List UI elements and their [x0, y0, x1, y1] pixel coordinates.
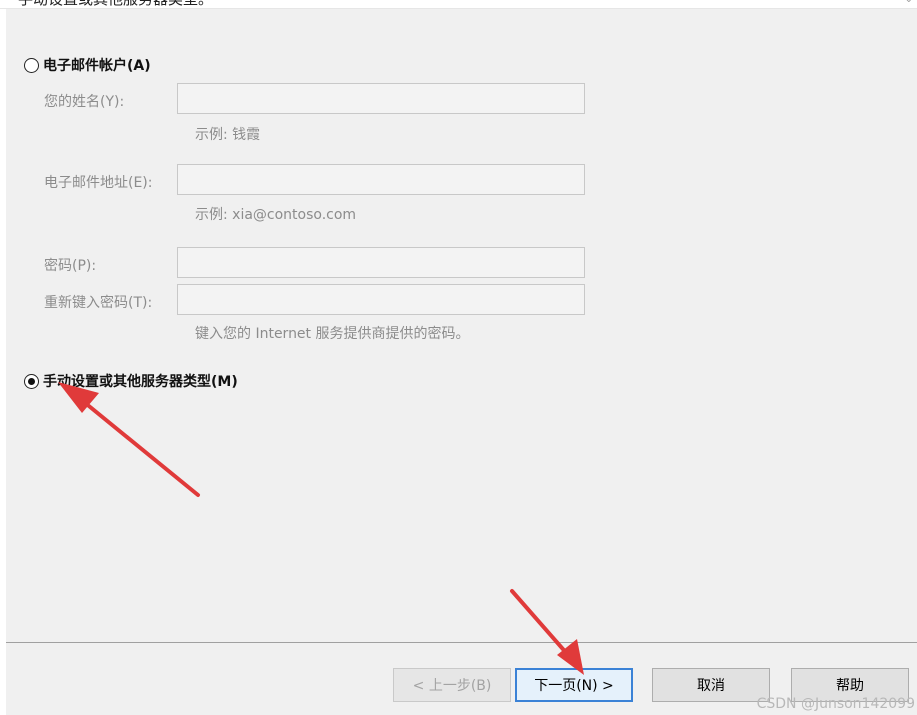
- dialog-window: { "header": { "clipped_text": "手动设置或其他服务…: [0, 0, 917, 715]
- name-label: 您的姓名(Y):: [44, 94, 125, 110]
- password-label: 密码(P):: [44, 258, 97, 274]
- next-button[interactable]: 下一页(N) >: [515, 668, 633, 702]
- manual-setup-option[interactable]: 手动设置或其他服务器类型(M): [24, 371, 238, 391]
- email-label: 电子邮件地址(E):: [44, 175, 153, 191]
- retype-password-label: 重新键入密码(T):: [44, 295, 153, 311]
- email-account-radio[interactable]: [24, 57, 39, 73]
- scroll-down-icon[interactable]: ⌄: [905, 0, 913, 5]
- csdn-watermark: CSDN @Junson142099: [756, 696, 915, 712]
- clipped-heading-text: 手动设置或其他服务器类型。: [18, 0, 213, 8]
- back-button[interactable]: < 上一步(B): [393, 668, 511, 702]
- cancel-button[interactable]: 取消: [652, 668, 770, 702]
- top-strip: 手动设置或其他服务器类型。 ⌄: [0, 0, 917, 9]
- manual-setup-radio[interactable]: [24, 373, 39, 389]
- email-input[interactable]: [177, 164, 585, 195]
- name-input[interactable]: [177, 83, 585, 114]
- email-account-label: 电子邮件帐户(A): [43, 58, 151, 74]
- name-hint: 示例: 钱霞: [195, 127, 261, 143]
- password-hint: 键入您的 Internet 服务提供商提供的密码。: [195, 326, 470, 342]
- password-input[interactable]: [177, 247, 585, 278]
- manual-setup-label: 手动设置或其他服务器类型(M): [43, 374, 238, 390]
- retype-password-input[interactable]: [177, 284, 585, 315]
- email-account-option[interactable]: 电子邮件帐户(A): [24, 55, 151, 75]
- email-hint: 示例: xia@contoso.com: [195, 207, 357, 223]
- radio-selected-dot: [28, 377, 35, 385]
